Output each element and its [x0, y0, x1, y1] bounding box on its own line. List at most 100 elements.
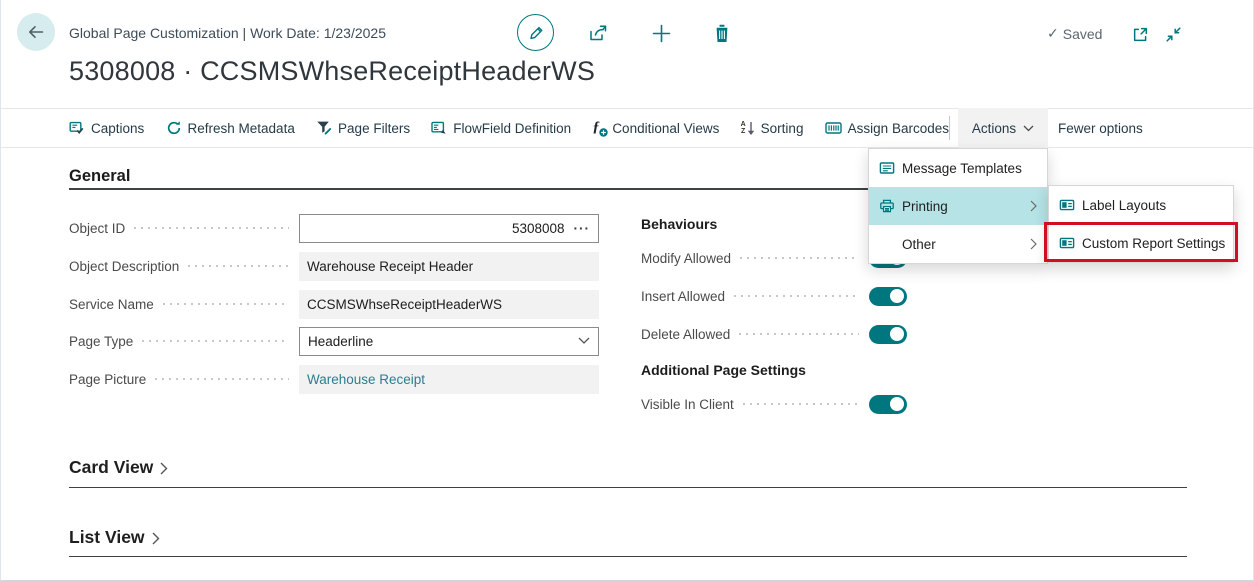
object-id-input[interactable]: 5308008 ···	[299, 214, 599, 243]
page-picture-row: Page Picture Warehouse Receipt	[69, 364, 599, 394]
open-in-window-button[interactable]	[1129, 24, 1151, 44]
captions-icon	[69, 120, 85, 136]
toggle-knob	[890, 289, 904, 303]
object-description-value: Warehouse Receipt Header	[307, 259, 473, 274]
page-type-select[interactable]: Headerline	[299, 327, 599, 356]
card-view-divider	[69, 487, 1187, 488]
save-status: ✓ Saved	[1047, 25, 1102, 42]
dotted-leader	[734, 295, 859, 297]
trash-icon	[714, 24, 730, 43]
label-layouts-label: Label Layouts	[1082, 198, 1166, 213]
visible-in-client-row: Visible In Client	[641, 392, 907, 416]
service-name-row: Service Name CCSMSWhseReceiptHeaderWS	[69, 289, 599, 319]
other-label: Other	[902, 237, 936, 252]
message-templates-label: Message Templates	[902, 161, 1022, 176]
actions-menu-button[interactable]: Actions	[958, 108, 1048, 148]
report-card-icon	[1059, 197, 1077, 213]
captions-button[interactable]: Captions	[69, 120, 144, 136]
insert-allowed-toggle[interactable]	[869, 287, 907, 306]
edit-button[interactable]	[517, 14, 554, 51]
share-button[interactable]	[586, 22, 610, 44]
message-templates-icon	[879, 160, 897, 176]
dotted-leader	[740, 257, 859, 259]
chevron-right-icon	[1030, 238, 1037, 250]
flowfield-icon	[431, 120, 447, 136]
fewer-options-label: Fewer options	[1058, 121, 1143, 136]
conditional-views-button[interactable]: ƒ Conditional Views	[592, 120, 719, 136]
submenu-item-label-layouts[interactable]: Label Layouts	[1049, 186, 1233, 224]
dotted-leader	[739, 333, 859, 335]
object-id-label: Object ID	[69, 221, 125, 236]
assist-edit-button[interactable]: ···	[574, 221, 591, 236]
dotted-leader	[155, 378, 289, 380]
captions-label: Captions	[91, 121, 144, 136]
back-arrow-icon	[26, 22, 46, 42]
page-picture-field: Warehouse Receipt	[299, 365, 599, 394]
dotted-leader	[188, 265, 289, 267]
object-description-row: Object Description Warehouse Receipt Hea…	[69, 251, 599, 281]
page-title: 5308008 · CCSMSWhseReceiptHeaderWS	[69, 56, 595, 87]
list-view-section-header[interactable]: List View	[69, 527, 160, 548]
refresh-icon	[166, 120, 182, 136]
menu-item-message-templates[interactable]: Message Templates	[869, 149, 1047, 187]
visible-in-client-label: Visible In Client	[641, 397, 734, 412]
submenu-item-custom-report-settings[interactable]: Custom Report Settings	[1049, 224, 1233, 262]
printing-label: Printing	[902, 199, 948, 214]
object-id-value: 5308008	[512, 221, 565, 236]
report-card-icon	[1059, 235, 1077, 251]
filter-pencil-icon	[316, 120, 332, 136]
delete-allowed-row: Delete Allowed	[641, 322, 907, 346]
assign-barcodes-button[interactable]: Assign Barcodes	[825, 120, 949, 136]
delete-button[interactable]	[712, 22, 732, 44]
list-view-divider	[69, 556, 1187, 557]
sorting-button[interactable]: AZ Sorting	[741, 121, 804, 136]
card-view-section-header[interactable]: Card View	[69, 457, 168, 478]
actions-label: Actions	[972, 121, 1016, 136]
new-button[interactable]	[650, 23, 672, 43]
sort-az-icon: AZ	[741, 121, 755, 136]
list-view-label: List View	[69, 527, 145, 548]
fewer-options-button[interactable]: Fewer options	[1058, 108, 1143, 148]
visible-in-client-toggle[interactable]	[869, 395, 907, 414]
toggle-knob	[890, 327, 904, 341]
service-name-field: CCSMSWhseReceiptHeaderWS	[299, 290, 599, 319]
refresh-metadata-button[interactable]: Refresh Metadata	[166, 120, 295, 136]
actions-dropdown-menu: Message Templates Printing Other	[868, 148, 1048, 264]
pencil-icon	[527, 24, 545, 42]
share-icon	[588, 23, 609, 43]
dotted-leader	[743, 403, 859, 405]
insert-allowed-row: Insert Allowed	[641, 284, 907, 308]
object-description-field: Warehouse Receipt Header	[299, 252, 599, 281]
chevron-right-icon	[152, 532, 160, 545]
page-picture-label: Page Picture	[69, 372, 146, 387]
insert-allowed-label: Insert Allowed	[641, 289, 725, 304]
chevron-down-icon	[578, 337, 590, 345]
toggle-knob	[890, 397, 904, 411]
service-name-label: Service Name	[69, 297, 154, 312]
open-in-window-icon	[1132, 26, 1149, 43]
page-type-row: Page Type Headerline	[69, 326, 599, 356]
card-view-label: Card View	[69, 457, 153, 478]
save-status-label: Saved	[1063, 26, 1103, 42]
printer-icon	[879, 198, 897, 214]
back-button[interactable]	[17, 13, 55, 51]
action-bar-items: Captions Refresh Metadata Page Filters F…	[69, 108, 949, 148]
page-type-value: Headerline	[308, 334, 373, 349]
behaviours-title: Behaviours	[641, 216, 717, 232]
collapse-button[interactable]	[1162, 24, 1184, 44]
dotted-leader	[134, 227, 289, 229]
page-picture-link[interactable]: Warehouse Receipt	[307, 372, 425, 387]
delete-allowed-toggle[interactable]	[869, 325, 907, 344]
plus-icon	[652, 24, 671, 43]
flowfield-definition-label: FlowField Definition	[453, 121, 571, 136]
sorting-label: Sorting	[761, 121, 804, 136]
custom-report-settings-label: Custom Report Settings	[1082, 236, 1225, 251]
collapse-icon	[1165, 26, 1182, 43]
menu-item-other[interactable]: Other	[869, 225, 1047, 263]
printing-submenu: Label Layouts Custom Report Settings	[1048, 185, 1234, 263]
general-section-title: General	[69, 167, 130, 186]
page-filters-button[interactable]: Page Filters	[316, 120, 410, 136]
menu-item-printing[interactable]: Printing	[869, 187, 1047, 225]
dotted-leader	[142, 340, 289, 342]
flowfield-definition-button[interactable]: FlowField Definition	[431, 120, 571, 136]
